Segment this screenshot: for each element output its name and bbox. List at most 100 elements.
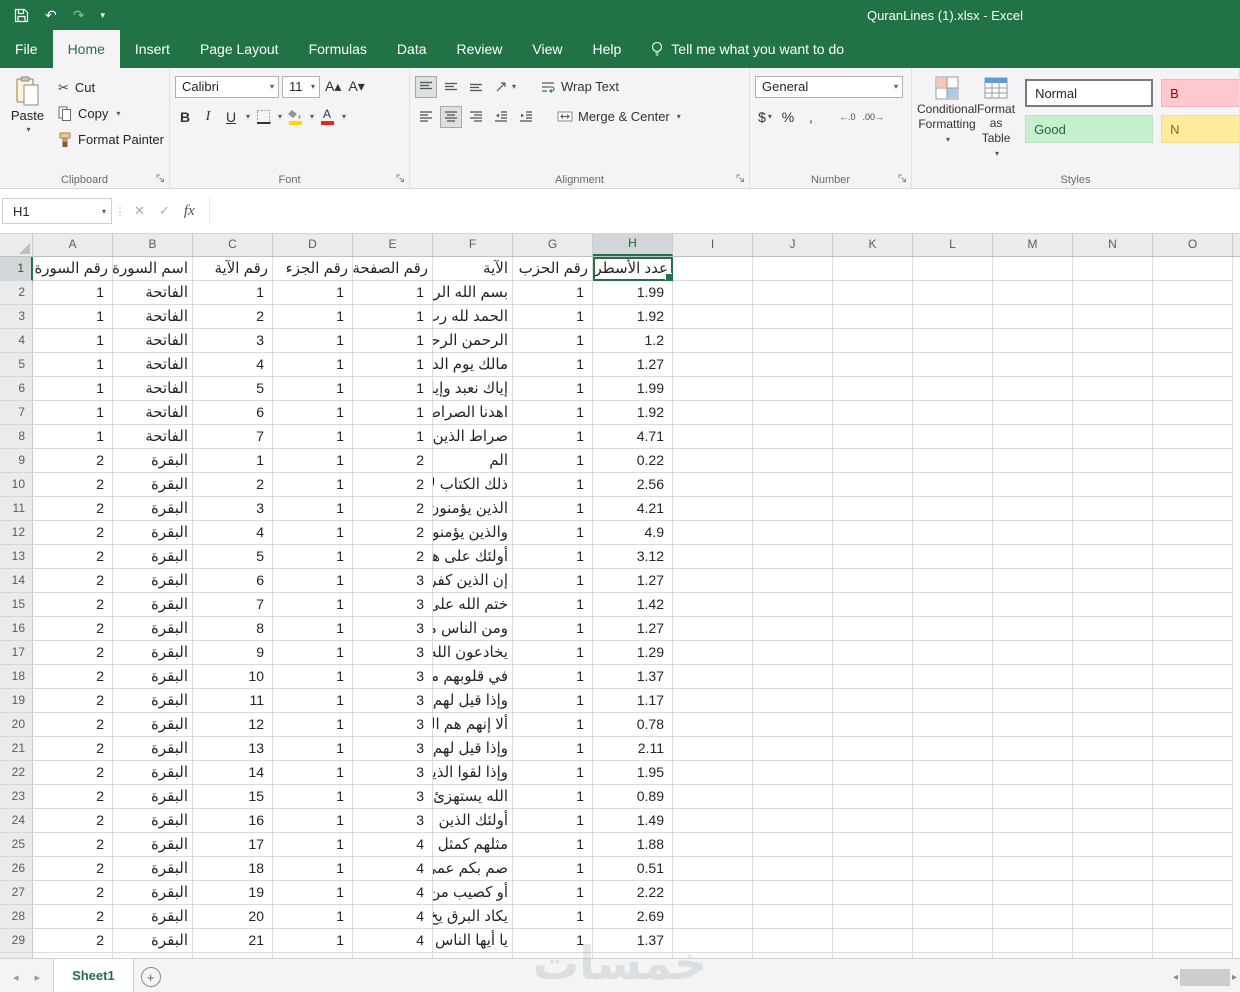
cell-A10[interactable]: 2	[33, 473, 113, 497]
cell-D27[interactable]: 1	[273, 881, 353, 905]
row-header-11[interactable]: 11	[0, 497, 33, 521]
cell-F7[interactable]: اهدنا الصراط	[433, 401, 513, 425]
cell-L23[interactable]	[913, 785, 993, 809]
cell-D1[interactable]: رقم الجزء	[273, 257, 353, 281]
cell-I15[interactable]	[673, 593, 753, 617]
increase-decimal-button[interactable]: ←.0	[837, 106, 858, 128]
cell-G15[interactable]: 1	[513, 593, 593, 617]
cell-H12[interactable]: 4.9	[593, 521, 673, 545]
cell-O6[interactable]	[1153, 377, 1233, 401]
row-header-12[interactable]: 12	[0, 521, 33, 545]
cell-I27[interactable]	[673, 881, 753, 905]
cell-H9[interactable]: 0.22	[593, 449, 673, 473]
cell-G13[interactable]: 1	[513, 545, 593, 569]
cell-J16[interactable]	[753, 617, 833, 641]
cell-L24[interactable]	[913, 809, 993, 833]
cell-L3[interactable]	[913, 305, 993, 329]
column-header-f[interactable]: F	[433, 234, 513, 256]
cell-N26[interactable]	[1073, 857, 1153, 881]
cell-A5[interactable]: 1	[33, 353, 113, 377]
cell-K10[interactable]	[833, 473, 913, 497]
cell-N23[interactable]	[1073, 785, 1153, 809]
cell-E5[interactable]: 1	[353, 353, 433, 377]
row-header-16[interactable]: 16	[0, 617, 33, 641]
cell-I24[interactable]	[673, 809, 753, 833]
cell-J18[interactable]	[753, 665, 833, 689]
cell-L12[interactable]	[913, 521, 993, 545]
cell-M6[interactable]	[993, 377, 1073, 401]
cell-J8[interactable]	[753, 425, 833, 449]
cell-L10[interactable]	[913, 473, 993, 497]
paste-button[interactable]: Paste ▾	[5, 71, 50, 170]
cell-A19[interactable]: 2	[33, 689, 113, 713]
cell-J13[interactable]	[753, 545, 833, 569]
cell-O13[interactable]	[1153, 545, 1233, 569]
cell-B2[interactable]: الفاتحة	[113, 281, 193, 305]
cell-E2[interactable]: 1	[353, 281, 433, 305]
cell-F1[interactable]: الآية	[433, 257, 513, 281]
cell-H22[interactable]: 1.95	[593, 761, 673, 785]
cell-L26[interactable]	[913, 857, 993, 881]
cell-M27[interactable]	[993, 881, 1073, 905]
cell-N11[interactable]	[1073, 497, 1153, 521]
cell-O3[interactable]	[1153, 305, 1233, 329]
cell-H8[interactable]: 4.71	[593, 425, 673, 449]
cell-E28[interactable]: 4	[353, 905, 433, 929]
cell-M17[interactable]	[993, 641, 1073, 665]
cell-L13[interactable]	[913, 545, 993, 569]
cell-D26[interactable]: 1	[273, 857, 353, 881]
cell-N16[interactable]	[1073, 617, 1153, 641]
cell-O15[interactable]	[1153, 593, 1233, 617]
cell-F8[interactable]: صراط الذين أ	[433, 425, 513, 449]
cell-E29[interactable]: 4	[353, 929, 433, 953]
cell-C27[interactable]: 19	[193, 881, 273, 905]
number-format-combobox[interactable]: General ▾	[755, 75, 903, 98]
cell-I1[interactable]	[673, 257, 753, 281]
tab-help[interactable]: Help	[578, 30, 637, 68]
cell-F20[interactable]: ألا إنهم هم الم	[433, 713, 513, 737]
cell-F5[interactable]: مالك يوم الدي	[433, 353, 513, 377]
cell-C9[interactable]: 1	[193, 449, 273, 473]
decrease-indent-button[interactable]	[490, 106, 512, 128]
cell-H7[interactable]: 1.92	[593, 401, 673, 425]
cell-I11[interactable]	[673, 497, 753, 521]
column-header-l[interactable]: L	[913, 234, 993, 256]
cell-M8[interactable]	[993, 425, 1073, 449]
cell-N12[interactable]	[1073, 521, 1153, 545]
cell-E25[interactable]: 4	[353, 833, 433, 857]
cell-K16[interactable]	[833, 617, 913, 641]
column-header-e[interactable]: E	[353, 234, 433, 256]
cell-N20[interactable]	[1073, 713, 1153, 737]
cell-B10[interactable]: البقرة	[113, 473, 193, 497]
align-bottom-button[interactable]	[465, 76, 487, 98]
cell-E15[interactable]: 3	[353, 593, 433, 617]
cell-L8[interactable]	[913, 425, 993, 449]
cell-K8[interactable]	[833, 425, 913, 449]
tab-review[interactable]: Review	[442, 30, 518, 68]
cell-J15[interactable]	[753, 593, 833, 617]
cell-I22[interactable]	[673, 761, 753, 785]
cell-B16[interactable]: البقرة	[113, 617, 193, 641]
cell-K28[interactable]	[833, 905, 913, 929]
cell-F12[interactable]: والذين يؤمنو	[433, 521, 513, 545]
cell-E21[interactable]: 3	[353, 737, 433, 761]
cell-M4[interactable]	[993, 329, 1073, 353]
cell-F21[interactable]: وإذا قيل لهم	[433, 737, 513, 761]
cell-F11[interactable]: الذين يؤمنون	[433, 497, 513, 521]
cell-N8[interactable]	[1073, 425, 1153, 449]
row-header-20[interactable]: 20	[0, 713, 33, 737]
column-header-k[interactable]: K	[833, 234, 913, 256]
customize-qat-button[interactable]: ▾	[100, 10, 105, 21]
align-top-button[interactable]	[415, 75, 437, 98]
cell-C11[interactable]: 3	[193, 497, 273, 521]
cell-N18[interactable]	[1073, 665, 1153, 689]
cell-M28[interactable]	[993, 905, 1073, 929]
cell-H19[interactable]: 1.17	[593, 689, 673, 713]
cell-A25[interactable]: 2	[33, 833, 113, 857]
cell-C5[interactable]: 4	[193, 353, 273, 377]
cell-N22[interactable]	[1073, 761, 1153, 785]
cell-G3[interactable]: 1	[513, 305, 593, 329]
cell-F14[interactable]: إن الذين كفرو	[433, 569, 513, 593]
row-header-1[interactable]: 1	[0, 257, 33, 281]
cell-C7[interactable]: 6	[193, 401, 273, 425]
